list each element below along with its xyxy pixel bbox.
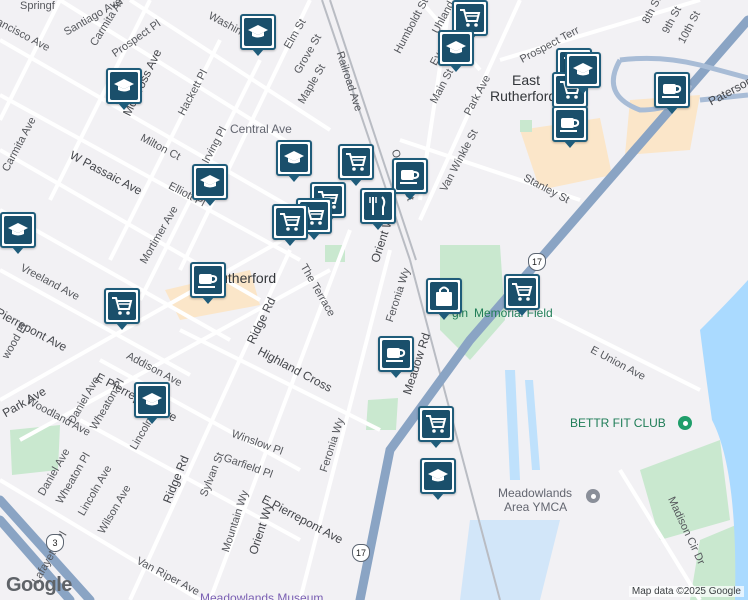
shopping-bag-icon xyxy=(430,282,458,310)
graduation-cap-icon xyxy=(569,56,597,84)
map-marker[interactable] xyxy=(276,140,312,182)
graduation-cap-icon xyxy=(280,144,308,172)
map-marker[interactable] xyxy=(426,278,462,320)
shopping-cart-icon xyxy=(276,208,304,236)
shopping-cart-icon xyxy=(342,148,370,176)
graduation-cap-icon xyxy=(138,386,166,414)
shopping-cart-icon xyxy=(108,292,136,320)
place-label-central-ave: Central Ave xyxy=(230,122,292,136)
map-marker[interactable] xyxy=(418,406,454,448)
map-marker[interactable] xyxy=(552,106,588,148)
town-label-east: East xyxy=(512,72,541,88)
graduation-cap-icon xyxy=(424,462,452,490)
map-attribution[interactable]: Map data ©2025 Google xyxy=(628,586,744,597)
map-marker[interactable] xyxy=(504,274,540,316)
map-marker[interactable] xyxy=(192,164,228,206)
coffee-cup-icon xyxy=(556,110,584,138)
map-marker[interactable] xyxy=(134,382,170,424)
street-label: Springf xyxy=(20,0,55,12)
gym-icon[interactable] xyxy=(678,416,692,430)
map-marker[interactable] xyxy=(565,52,601,94)
map-marker[interactable] xyxy=(392,158,428,200)
graduation-cap-icon xyxy=(4,216,32,244)
map-marker[interactable] xyxy=(338,144,374,186)
map-marker[interactable] xyxy=(0,212,36,254)
map-marker[interactable] xyxy=(240,14,276,56)
route-3-shield: 3 xyxy=(46,534,64,552)
map-marker[interactable] xyxy=(420,458,456,500)
shopping-cart-icon xyxy=(508,278,536,306)
map-marker[interactable] xyxy=(106,68,142,110)
restaurant-icon xyxy=(364,192,392,220)
graduation-cap-icon xyxy=(244,18,272,46)
shopping-cart-icon xyxy=(456,4,484,32)
place-label-ymca-2[interactable]: Area YMCA xyxy=(504,500,567,514)
map-marker[interactable] xyxy=(272,204,308,246)
place-label-bettr-fit-club[interactable]: BETTR FIT CLUB xyxy=(570,416,666,430)
coffee-cup-icon xyxy=(194,266,222,294)
map-marker[interactable] xyxy=(360,188,396,230)
route-17-shield: 17 xyxy=(528,253,546,271)
place-label-museum[interactable]: Meadowlands Museum xyxy=(200,591,323,600)
map-marker[interactable] xyxy=(104,288,140,330)
coffee-cup-icon xyxy=(396,162,424,190)
shopping-cart-icon xyxy=(422,410,450,438)
landmark-icon[interactable] xyxy=(586,489,600,503)
map-canvas[interactable]: Springf ancisco Ave Santiago Ave Carmita… xyxy=(0,0,748,600)
coffee-cup-icon xyxy=(382,340,410,368)
map-marker[interactable] xyxy=(438,30,474,72)
graduation-cap-icon xyxy=(196,168,224,196)
map-marker[interactable] xyxy=(654,72,690,114)
town-label-east-rutherford: Rutherford xyxy=(490,88,557,104)
google-logo: Google xyxy=(6,574,72,596)
graduation-cap-icon xyxy=(110,72,138,100)
route-17-shield: 17 xyxy=(352,544,370,562)
map-marker[interactable] xyxy=(190,262,226,304)
graduation-cap-icon xyxy=(442,34,470,62)
place-label-ymca-1[interactable]: Meadowlands xyxy=(498,486,572,500)
coffee-cup-icon xyxy=(658,76,686,104)
map-marker[interactable] xyxy=(378,336,414,378)
